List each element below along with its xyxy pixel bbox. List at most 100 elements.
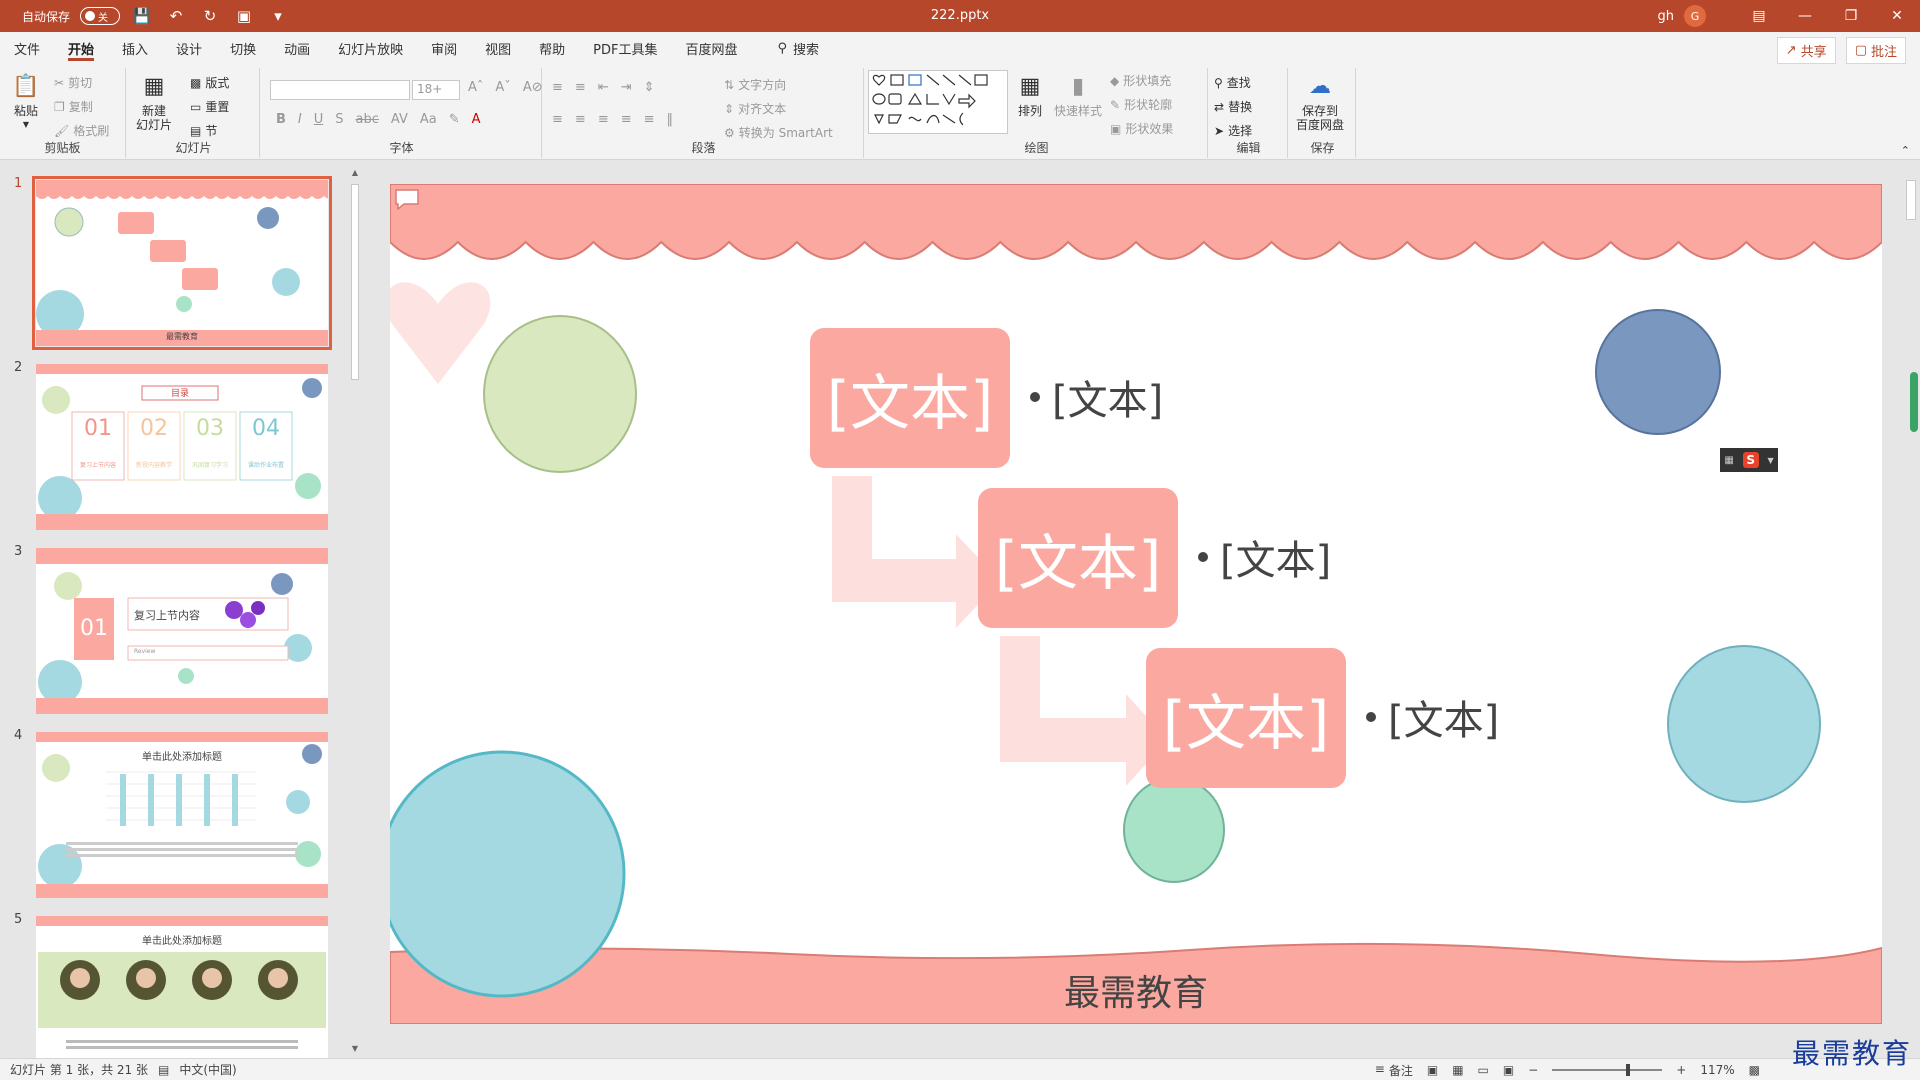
bold-icon[interactable]: B	[276, 112, 286, 127]
shape-outline-button[interactable]: ✎ 形状轮廓	[1110, 96, 1172, 113]
slide-thumbnail-3[interactable]: 01 复习上节内容 Review	[36, 548, 328, 714]
align-center-icon[interactable]: ≡	[575, 112, 586, 127]
shape-effects-button[interactable]: ▣ 形状效果	[1110, 120, 1173, 137]
share-button[interactable]: ↗ 共享	[1776, 37, 1836, 64]
search-box[interactable]: ⚲ 搜索	[778, 39, 820, 58]
slide-scrollbar[interactable]	[1904, 164, 1918, 1024]
scroll-up-icon[interactable]: ▲	[349, 168, 361, 180]
strikethrough-icon[interactable]: abc	[356, 112, 379, 127]
slide-scroll-thumb[interactable]	[1906, 180, 1916, 220]
tab-animations[interactable]: 动画	[270, 32, 324, 64]
font-name-combo[interactable]	[270, 80, 410, 100]
bullet-text-2[interactable]: [文本]	[1198, 528, 1331, 586]
tab-view[interactable]: 视图	[471, 32, 525, 64]
ime-toolbar[interactable]: ▦ S ▼	[1720, 448, 1778, 472]
tab-file[interactable]: 文件	[0, 32, 54, 64]
underline-icon[interactable]: U	[314, 112, 324, 127]
normal-view-icon[interactable]: ▣	[1427, 1063, 1438, 1077]
reading-view-icon[interactable]: ▭	[1478, 1063, 1489, 1077]
cut-button[interactable]: ✂ 剪切	[54, 74, 92, 91]
justify-icon[interactable]: ≡	[621, 112, 632, 127]
font-size-combo[interactable]: 18+	[412, 80, 460, 100]
slide-footer-text[interactable]: 最需教育	[390, 964, 1882, 1016]
line-spacing-icon[interactable]: ⇕	[644, 80, 655, 95]
zoom-indicator[interactable]	[1910, 372, 1918, 432]
process-box-3[interactable]: [文本]	[1146, 648, 1346, 788]
ribbon-display-icon[interactable]: ▤	[1736, 0, 1782, 32]
font-color-icon[interactable]: A	[472, 112, 481, 127]
zoom-slider-knob[interactable]	[1626, 1064, 1631, 1076]
distribute-icon[interactable]: ≡	[644, 112, 655, 127]
thumbnail-scrollbar[interactable]: ▲ ▼	[349, 168, 361, 1056]
align-right-icon[interactable]: ≡	[598, 112, 609, 127]
tab-design[interactable]: 设计	[162, 32, 216, 64]
undo-icon[interactable]: ↶	[164, 4, 188, 28]
decrease-indent-icon[interactable]: ⇤	[598, 80, 609, 95]
shape-fill-button[interactable]: ◆ 形状填充	[1110, 72, 1171, 89]
arrange-button[interactable]: ▦ 排列	[1014, 72, 1046, 119]
columns-icon[interactable]: ‖	[667, 112, 674, 127]
restore-button[interactable]: ❐	[1828, 0, 1874, 32]
section-button[interactable]: ▤ 节	[190, 122, 217, 139]
slideshow-icon[interactable]: ▣	[1503, 1063, 1514, 1077]
text-direction-button[interactable]: ⇅ 文字方向	[724, 76, 786, 93]
customize-toolbar-icon[interactable]: ▾	[266, 4, 290, 28]
bullet-text-3[interactable]: [文本]	[1366, 688, 1499, 746]
comments-button[interactable]: ▢ 批注	[1845, 37, 1906, 64]
select-button[interactable]: ➤ 选择	[1214, 122, 1252, 139]
fit-slide-icon[interactable]: ▩	[1749, 1063, 1760, 1077]
change-case-icon[interactable]: Aa	[420, 112, 437, 127]
replace-button[interactable]: ⇄ 替换	[1214, 98, 1252, 115]
align-text-button[interactable]: ⇕ 对齐文本	[724, 100, 786, 117]
tab-baidu-netdisk[interactable]: 百度网盘	[671, 32, 751, 64]
tab-help[interactable]: 帮助	[525, 32, 579, 64]
save-to-baidu-button[interactable]: ☁ 保存到 百度网盘	[1296, 72, 1344, 133]
reset-button[interactable]: ▭ 重置	[190, 98, 229, 115]
accessibility-icon[interactable]: ▤	[158, 1063, 169, 1077]
avatar[interactable]: G	[1684, 5, 1706, 27]
zoom-out-icon[interactable]: −	[1528, 1063, 1538, 1077]
clear-format-icon[interactable]: A⊘	[523, 80, 543, 95]
char-spacing-icon[interactable]: AV	[391, 112, 408, 127]
bullet-text-1[interactable]: [文本]	[1030, 368, 1163, 426]
save-icon[interactable]: 💾	[130, 4, 154, 28]
align-left-icon[interactable]: ≡	[552, 112, 563, 127]
format-painter-button[interactable]: 🖌 格式刷	[54, 122, 109, 139]
language-indicator[interactable]: 中文(中国)	[179, 1061, 236, 1078]
present-icon[interactable]: ▣	[232, 4, 256, 28]
quick-styles-button[interactable]: ▮ 快速样式	[1054, 72, 1102, 119]
increase-indent-icon[interactable]: ⇥	[621, 80, 632, 95]
slide-thumbnail-2[interactable]: 目录 01 02 03 04 复习上节内容 新授内容教学 巩固复习学习 课后作业…	[36, 364, 328, 530]
slide-thumbnail-5[interactable]: 单击此处添加标题	[36, 916, 328, 1060]
process-box-1[interactable]: [文本]	[810, 328, 1010, 468]
slide-sorter-icon[interactable]: ▦	[1452, 1063, 1463, 1077]
new-slide-button[interactable]: ▦ 新建 幻灯片	[136, 72, 172, 133]
paste-button[interactable]: 📋 粘贴 ▼	[10, 72, 42, 132]
shapes-gallery[interactable]	[868, 70, 1008, 134]
comment-icon[interactable]	[394, 188, 420, 210]
close-button[interactable]: ✕	[1874, 0, 1920, 32]
layout-button[interactable]: ▩ 版式	[190, 74, 229, 91]
process-box-2[interactable]: [文本]	[978, 488, 1178, 628]
tab-slideshow[interactable]: 幻灯片放映	[324, 32, 417, 64]
shadow-icon[interactable]: S	[335, 112, 343, 127]
slide-thumbnail-1[interactable]: 最需教育	[32, 176, 332, 350]
notes-button[interactable]: ≡ 备注	[1375, 1062, 1413, 1079]
copy-button[interactable]: ❐ 复制	[54, 98, 93, 115]
grow-font-icon[interactable]: Aˆ	[468, 80, 483, 95]
tab-review[interactable]: 审阅	[417, 32, 471, 64]
tab-insert[interactable]: 插入	[108, 32, 162, 64]
minimize-button[interactable]: —	[1782, 0, 1828, 32]
tab-pdf-tools[interactable]: PDF工具集	[579, 32, 671, 64]
numbering-icon[interactable]: ≡	[575, 80, 586, 95]
shrink-font-icon[interactable]: Aˇ	[495, 80, 510, 95]
zoom-slider[interactable]	[1552, 1064, 1663, 1076]
bullets-icon[interactable]: ≡	[552, 80, 563, 95]
redo-icon[interactable]: ↻	[198, 4, 222, 28]
thumbnail-scroll-thumb[interactable]	[351, 184, 359, 380]
scroll-down-icon[interactable]: ▼	[349, 1044, 361, 1056]
tab-transitions[interactable]: 切换	[216, 32, 270, 64]
collapse-ribbon-icon[interactable]: ⌃	[1901, 144, 1910, 157]
highlight-icon[interactable]: ✎	[449, 112, 460, 127]
tab-home[interactable]: 开始	[54, 32, 108, 64]
